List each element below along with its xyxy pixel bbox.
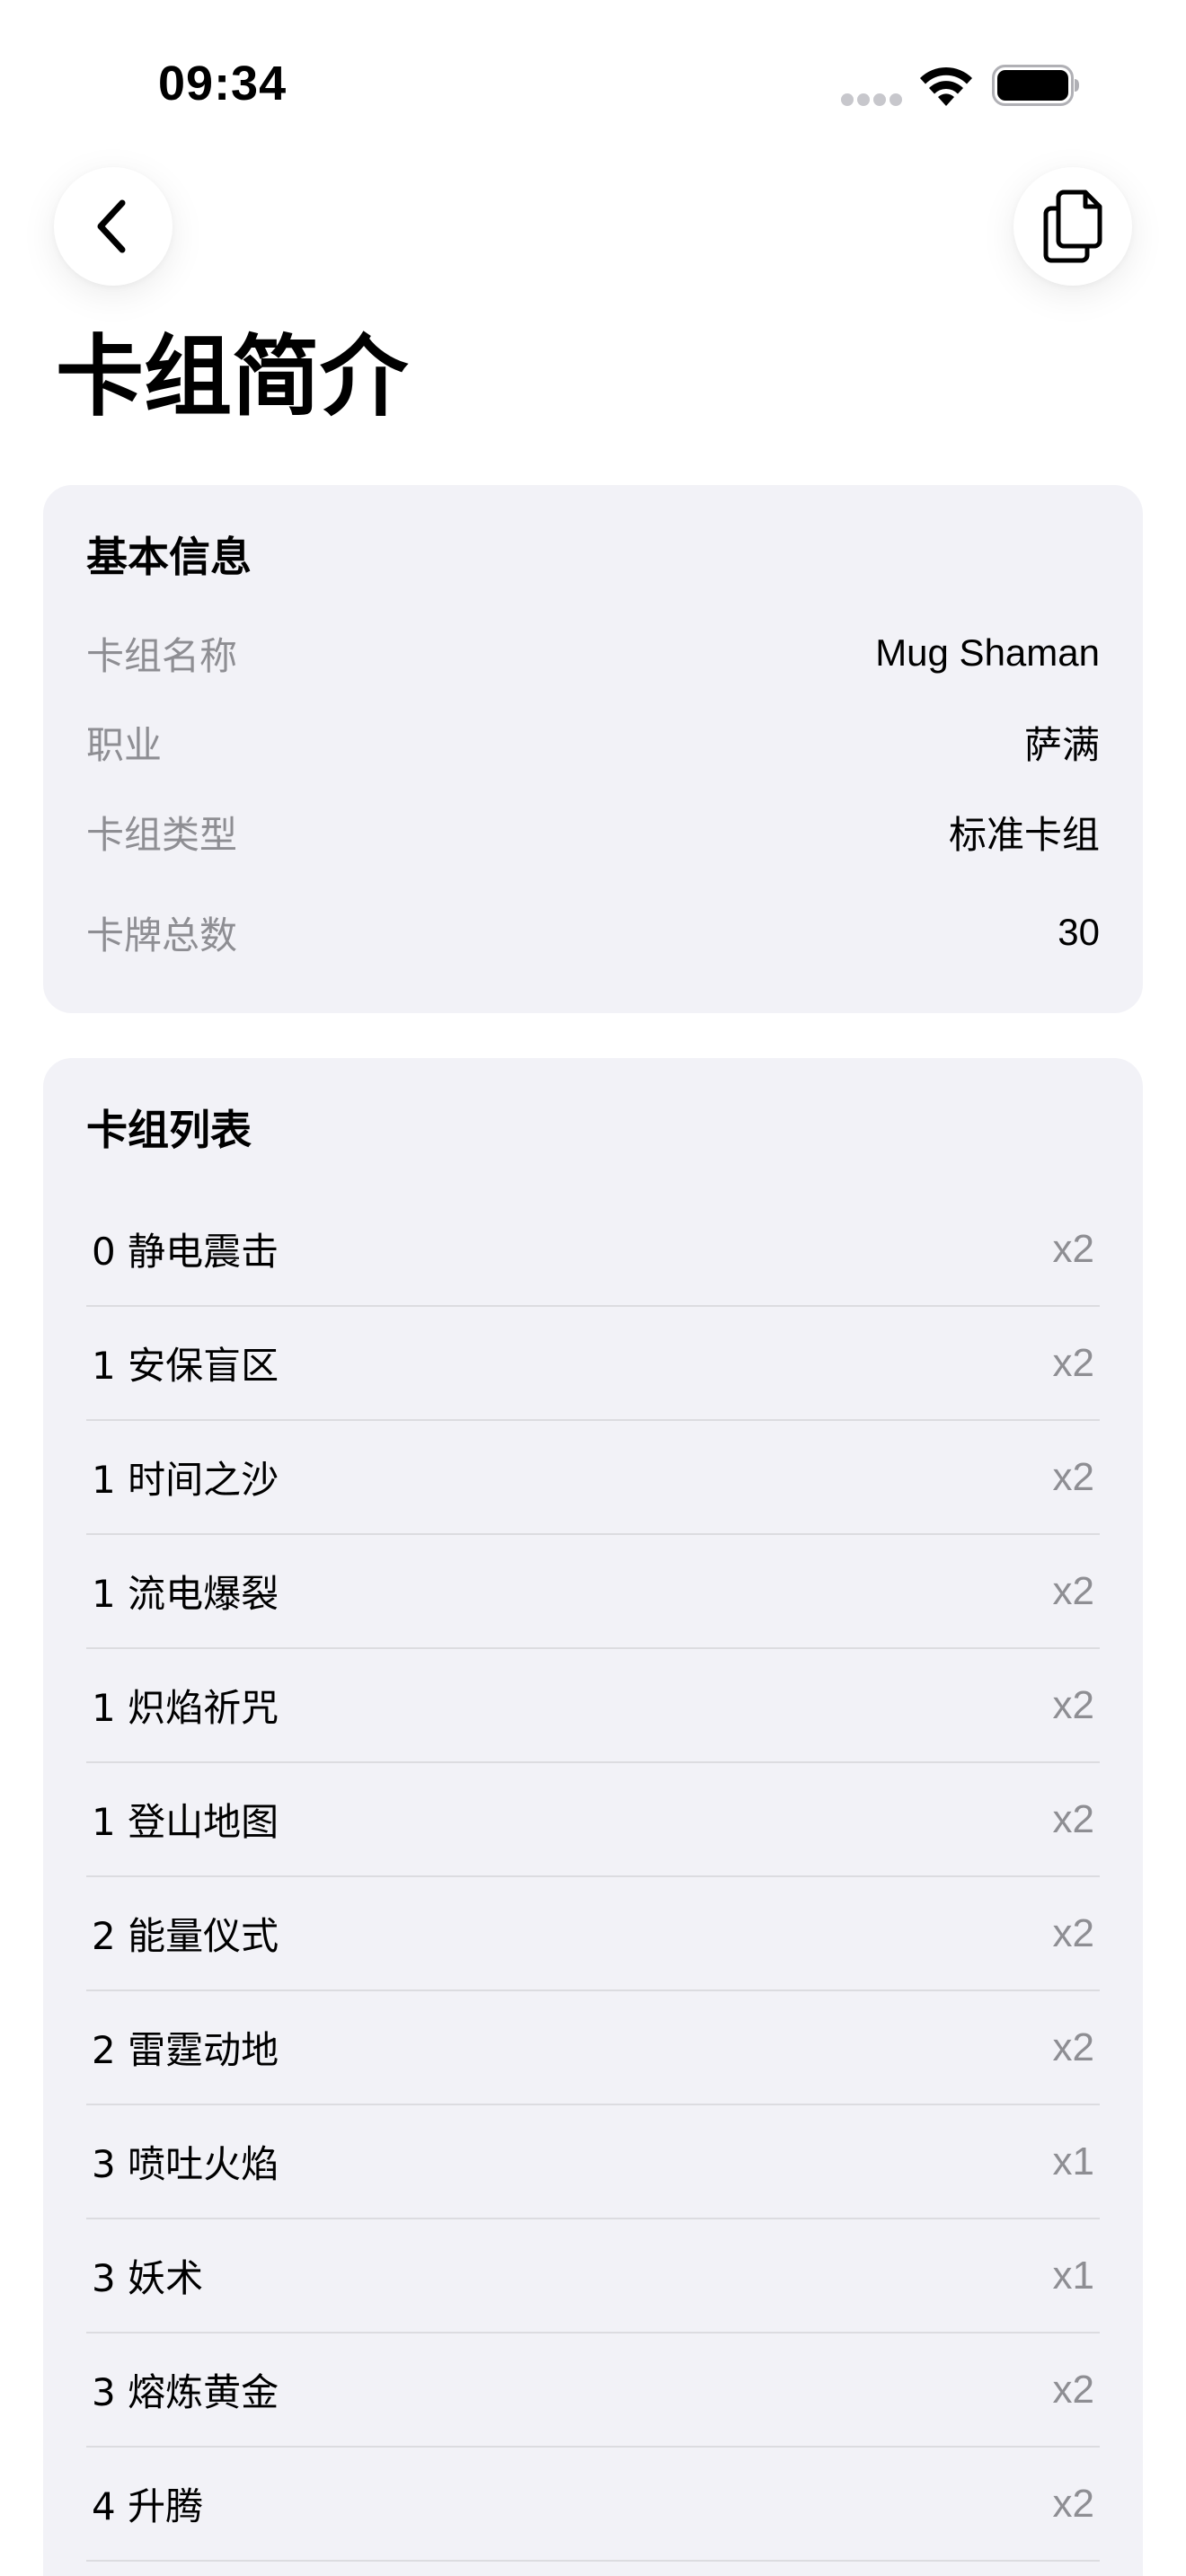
card-count: x2 xyxy=(1052,1796,1094,1841)
list-item[interactable]: 2 雷霆动地 x2 xyxy=(86,1991,1100,2105)
info-label: 职业 xyxy=(86,722,163,767)
card-name: 2 雷霆动地 xyxy=(92,2028,279,2072)
list-item[interactable]: 1 安保盲区 x2 xyxy=(86,1307,1100,1421)
card-name: 1 登山地图 xyxy=(92,1800,279,1844)
card-count: x2 xyxy=(1052,2481,1094,2526)
list-item[interactable]: 3 熔炼黄金 x2 xyxy=(86,2333,1100,2448)
info-label: 卡组类型 xyxy=(86,812,238,857)
cellular-signal-icon xyxy=(841,93,902,106)
card-count: x2 xyxy=(1052,1682,1094,1727)
card-name: 3 熔炼黄金 xyxy=(92,2370,279,2414)
basic-info-card: 基本信息 卡组名称 Mug Shaman 职业 萨满 卡组类型 标准卡组 卡牌总… xyxy=(43,485,1143,1013)
info-value: Mug Shaman xyxy=(875,631,1100,674)
card-name: 1 炽焰祈咒 xyxy=(92,1686,279,1730)
card-count: x2 xyxy=(1052,2367,1094,2412)
card-name: 4 升腾 xyxy=(92,2484,204,2528)
card-count: x1 xyxy=(1052,2139,1094,2183)
status-bar: 09:34 xyxy=(0,0,1186,162)
wifi-icon xyxy=(920,66,972,106)
page-title: 卡组简介 xyxy=(56,326,409,428)
status-time: 09:34 xyxy=(158,57,288,110)
list-item[interactable]: 0 静电震击 x2 xyxy=(86,1193,1100,1307)
card-count: x2 xyxy=(1052,1226,1094,1271)
chevron-left-icon xyxy=(97,199,126,253)
card-count: x2 xyxy=(1052,1568,1094,1613)
card-name: 1 时间之沙 xyxy=(92,1458,279,1502)
card-count: x2 xyxy=(1052,2025,1094,2069)
info-value: 30 xyxy=(1058,911,1100,953)
list-item[interactable]: 1 流电爆裂 x2 xyxy=(86,1535,1100,1649)
back-button[interactable] xyxy=(54,167,173,286)
info-row-deck-name: 卡组名称 Mug Shaman xyxy=(86,626,1100,680)
list-item[interactable]: 2 能量仪式 x2 xyxy=(86,1877,1100,1991)
card-name: 0 静电震击 xyxy=(92,1230,279,1274)
info-row-deck-type: 卡组类型 标准卡组 xyxy=(86,805,1100,859)
card-name: 3 喷吐火焰 xyxy=(92,2142,279,2186)
basic-info-title: 基本信息 xyxy=(86,533,252,581)
copy-button[interactable] xyxy=(1013,167,1132,286)
info-row-card-total: 卡牌总数 30 xyxy=(86,905,1100,959)
card-count: x2 xyxy=(1052,1454,1094,1499)
info-label: 卡组名称 xyxy=(86,633,238,678)
card-count: x2 xyxy=(1052,1910,1094,1955)
card-count: x1 xyxy=(1052,2253,1094,2298)
info-row-class: 职业 萨满 xyxy=(86,715,1100,769)
card-count: x2 xyxy=(1052,1340,1094,1385)
card-name: 2 能量仪式 xyxy=(92,1914,279,1958)
battery-icon xyxy=(992,65,1079,106)
list-item[interactable]: 3 妖术 x1 xyxy=(86,2219,1100,2333)
deck-list: 0 静电震击 x2 1 安保盲区 x2 1 时间之沙 x2 1 流电爆裂 x2 … xyxy=(86,1193,1100,2562)
deck-overview-screen: 09:34 卡组简介 基本信息 卡组名称 Mug Shaman 职业 萨满 卡组… xyxy=(0,0,1186,2576)
info-label: 卡牌总数 xyxy=(86,913,238,957)
info-value: 标准卡组 xyxy=(948,813,1100,856)
deck-list-card: 卡组列表 0 静电震击 x2 1 安保盲区 x2 1 时间之沙 x2 1 流电爆… xyxy=(43,1058,1143,2576)
copy-icon xyxy=(1043,190,1102,263)
list-item[interactable]: 1 登山地图 x2 xyxy=(86,1763,1100,1877)
list-item[interactable]: 3 喷吐火焰 x1 xyxy=(86,2105,1100,2219)
list-item[interactable]: 1 时间之沙 x2 xyxy=(86,1421,1100,1535)
deck-list-title: 卡组列表 xyxy=(86,1106,252,1154)
card-name: 1 安保盲区 xyxy=(92,1344,279,1388)
list-item[interactable]: 1 炽焰祈咒 x2 xyxy=(86,1649,1100,1763)
card-name: 3 妖术 xyxy=(92,2256,204,2300)
card-name: 1 流电爆裂 xyxy=(92,1572,279,1616)
list-item[interactable]: 4 升腾 x2 xyxy=(86,2448,1100,2562)
info-value: 萨满 xyxy=(1023,723,1100,766)
